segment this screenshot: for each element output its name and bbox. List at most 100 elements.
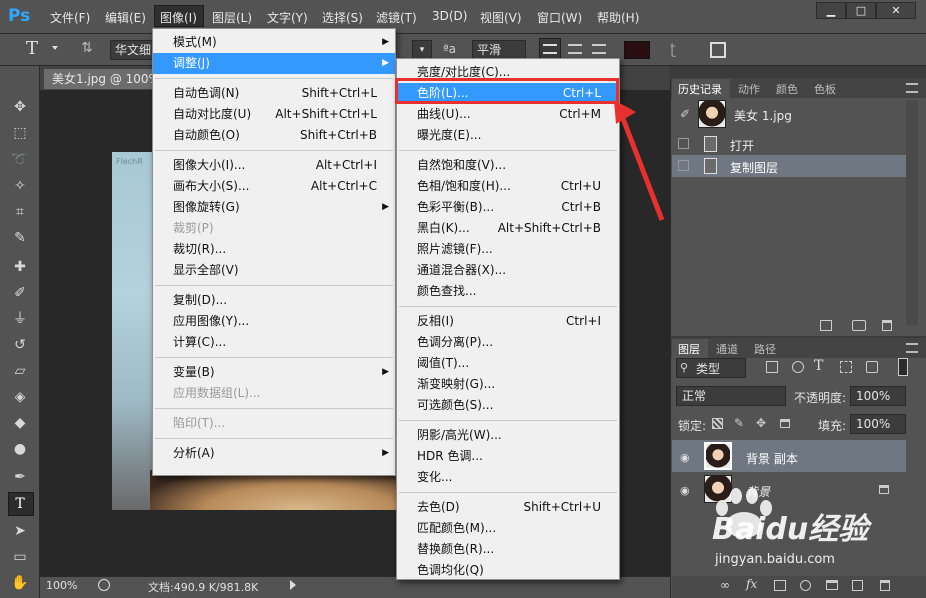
magic-wand-tool-icon[interactable]: ✧ — [8, 175, 32, 197]
menu-type[interactable]: 文字(Y) — [267, 9, 308, 26]
rectangle-tool-icon[interactable]: ▭ — [8, 546, 32, 568]
marquee-tool-icon[interactable]: ⬚ — [8, 122, 32, 144]
close-button[interactable]: ✕ — [876, 2, 916, 19]
image-menu-item[interactable]: 裁切(R)... — [153, 239, 395, 260]
tab-history[interactable]: 历史记录 — [678, 81, 722, 97]
adjust-menu-item[interactable]: 照片滤镜(F)... — [397, 239, 619, 260]
image-menu-item[interactable]: 自动颜色(O) Shift+Ctrl+B — [153, 125, 395, 146]
adjust-menu-item[interactable]: 自然饱和度(V)... — [397, 155, 619, 176]
new-document-from-state-icon[interactable] — [820, 320, 832, 331]
move-tool-icon[interactable]: ✥ — [8, 96, 32, 118]
clone-stamp-tool-icon[interactable]: ⏚ — [8, 308, 32, 330]
adjust-menu-item[interactable]: 色彩平衡(B)... Ctrl+B — [397, 197, 619, 218]
image-menu-item[interactable]: 图像大小(I)... Alt+Ctrl+I — [153, 155, 395, 176]
lock-all-icon[interactable] — [780, 419, 790, 428]
menu-file[interactable]: 文件(F) — [50, 9, 90, 26]
lasso-tool-icon[interactable]: ➰ — [8, 149, 32, 171]
status-info-icon[interactable] — [98, 579, 110, 591]
filter-pixel-icon[interactable] — [766, 361, 778, 373]
adjust-menu-item[interactable]: 去色(D) Shift+Ctrl+U — [397, 497, 619, 518]
adjust-menu-item[interactable]: 变化... — [397, 467, 619, 488]
history-source-checkbox[interactable] — [678, 138, 689, 149]
filter-toggle-switch[interactable] — [898, 358, 908, 376]
eraser-tool-icon[interactable]: ▱ — [8, 360, 32, 382]
lock-transparency-icon[interactable] — [712, 418, 723, 429]
image-menu-item[interactable]: 应用图像(Y)... — [153, 311, 395, 332]
adjust-menu-item[interactable]: 黑白(K)... Alt+Shift+Ctrl+B — [397, 218, 619, 239]
minimize-button[interactable]: ▁ — [816, 2, 846, 19]
type-tool-preset-icon[interactable]: T — [26, 38, 38, 59]
layer-name[interactable]: 背景 副本 — [746, 450, 798, 467]
dodge-tool-icon[interactable]: ● — [8, 438, 32, 460]
filter-smart-object-icon[interactable] — [866, 361, 878, 373]
image-menu-item[interactable]: 调整(J) ▶ — [153, 53, 395, 74]
image-menu-item[interactable]: 画布大小(S)... Alt+Ctrl+C — [153, 176, 395, 197]
zoom-level[interactable]: 100% — [46, 579, 77, 592]
status-menu-arrow-icon[interactable] — [290, 580, 296, 590]
brush-tool-icon[interactable]: ✐ — [8, 282, 32, 304]
link-layers-icon[interactable]: ∞ — [720, 578, 730, 592]
camera-icon[interactable] — [852, 320, 866, 331]
character-panel-icon[interactable] — [710, 42, 726, 58]
healing-brush-tool-icon[interactable]: ✚ — [8, 256, 32, 278]
image-menu-item[interactable]: 分析(A) ▶ — [153, 443, 395, 464]
adjust-menu-item[interactable]: 可选颜色(S)... — [397, 395, 619, 416]
antialias-select[interactable]: 平滑 — [472, 40, 526, 60]
crop-tool-icon[interactable]: ⌗ — [8, 201, 32, 223]
filter-adjustment-icon[interactable] — [792, 361, 804, 373]
lock-pixels-icon[interactable]: ✎ — [734, 416, 744, 430]
menu-window[interactable]: 窗口(W) — [537, 9, 582, 26]
image-menu-item[interactable]: 自动色调(N) Shift+Ctrl+L — [153, 83, 395, 104]
align-right-icon[interactable] — [592, 44, 606, 54]
image-menu-item[interactable]: 复制(D)... — [153, 290, 395, 311]
menu-layer[interactable]: 图层(L) — [212, 9, 252, 26]
image-menu-item[interactable]: 模式(M) ▶ — [153, 32, 395, 53]
adjust-menu-item[interactable]: 曲线(U)... Ctrl+M — [397, 104, 619, 125]
adjust-menu-item[interactable]: 通道混合器(X)... — [397, 260, 619, 281]
warp-text-icon[interactable]: ʈ — [670, 40, 676, 58]
blur-tool-icon[interactable]: ◆ — [8, 412, 32, 434]
tab-actions[interactable]: 动作 — [738, 81, 760, 97]
adjust-menu-item[interactable]: 反相(I) Ctrl+I — [397, 311, 619, 332]
adjust-menu-item[interactable]: HDR 色调... — [397, 446, 619, 467]
tab-paths[interactable]: 路径 — [754, 341, 776, 357]
font-family-select[interactable]: 华文细 — [110, 40, 154, 60]
history-scrollbar[interactable] — [906, 100, 918, 325]
pen-tool-icon[interactable]: ✒ — [8, 466, 32, 488]
layer-style-icon[interactable]: fx — [746, 577, 757, 591]
paint-bucket-tool-icon[interactable]: ◈ — [8, 386, 32, 408]
panel-menu-icon[interactable] — [906, 83, 918, 93]
blend-mode-select[interactable]: 正常 — [676, 386, 786, 406]
text-color-swatch[interactable] — [624, 41, 650, 59]
tab-swatches[interactable]: 色板 — [814, 81, 836, 97]
chevron-down-icon[interactable]: ▾ — [412, 40, 432, 60]
adjust-menu-item[interactable]: 替换颜色(R)... — [397, 539, 619, 560]
trash-icon[interactable] — [882, 320, 892, 331]
lock-position-icon[interactable]: ✥ — [756, 416, 766, 430]
adjust-menu-item[interactable]: 渐变映射(G)... — [397, 374, 619, 395]
menu-3d[interactable]: 3D(D) — [432, 9, 467, 23]
image-menu-item[interactable]: 显示全部(V) — [153, 260, 395, 281]
tab-color[interactable]: 颜色 — [776, 81, 798, 97]
adjust-menu-item[interactable]: 色调分离(P)... — [397, 332, 619, 353]
delete-layer-icon[interactable] — [880, 580, 890, 591]
menu-filter[interactable]: 滤镜(T) — [376, 9, 417, 26]
menu-edit[interactable]: 编辑(E) — [105, 9, 146, 26]
menu-image[interactable]: 图像(I) — [160, 9, 197, 26]
tab-channels[interactable]: 通道 — [716, 341, 738, 357]
image-menu-item[interactable]: 自动对比度(U) Alt+Shift+Ctrl+L — [153, 104, 395, 125]
align-center-icon[interactable] — [568, 44, 582, 54]
eye-icon[interactable]: ◉ — [680, 484, 690, 497]
new-group-icon[interactable] — [826, 580, 838, 590]
orientation-icon[interactable]: ⇅ — [76, 40, 98, 60]
adjustment-layer-icon[interactable] — [800, 580, 811, 591]
filter-type-icon[interactable]: T — [814, 358, 823, 374]
menu-view[interactable]: 视图(V) — [480, 9, 522, 26]
history-source-checkbox[interactable] — [678, 160, 689, 171]
adjust-menu-item[interactable]: 曝光度(E)... — [397, 125, 619, 146]
add-mask-icon[interactable] — [774, 580, 786, 591]
eyedropper-tool-icon[interactable]: ✎ — [8, 227, 32, 249]
adjust-menu-item[interactable]: 阈值(T)... — [397, 353, 619, 374]
filter-shape-icon[interactable] — [840, 361, 852, 373]
menu-select[interactable]: 选择(S) — [322, 9, 363, 26]
